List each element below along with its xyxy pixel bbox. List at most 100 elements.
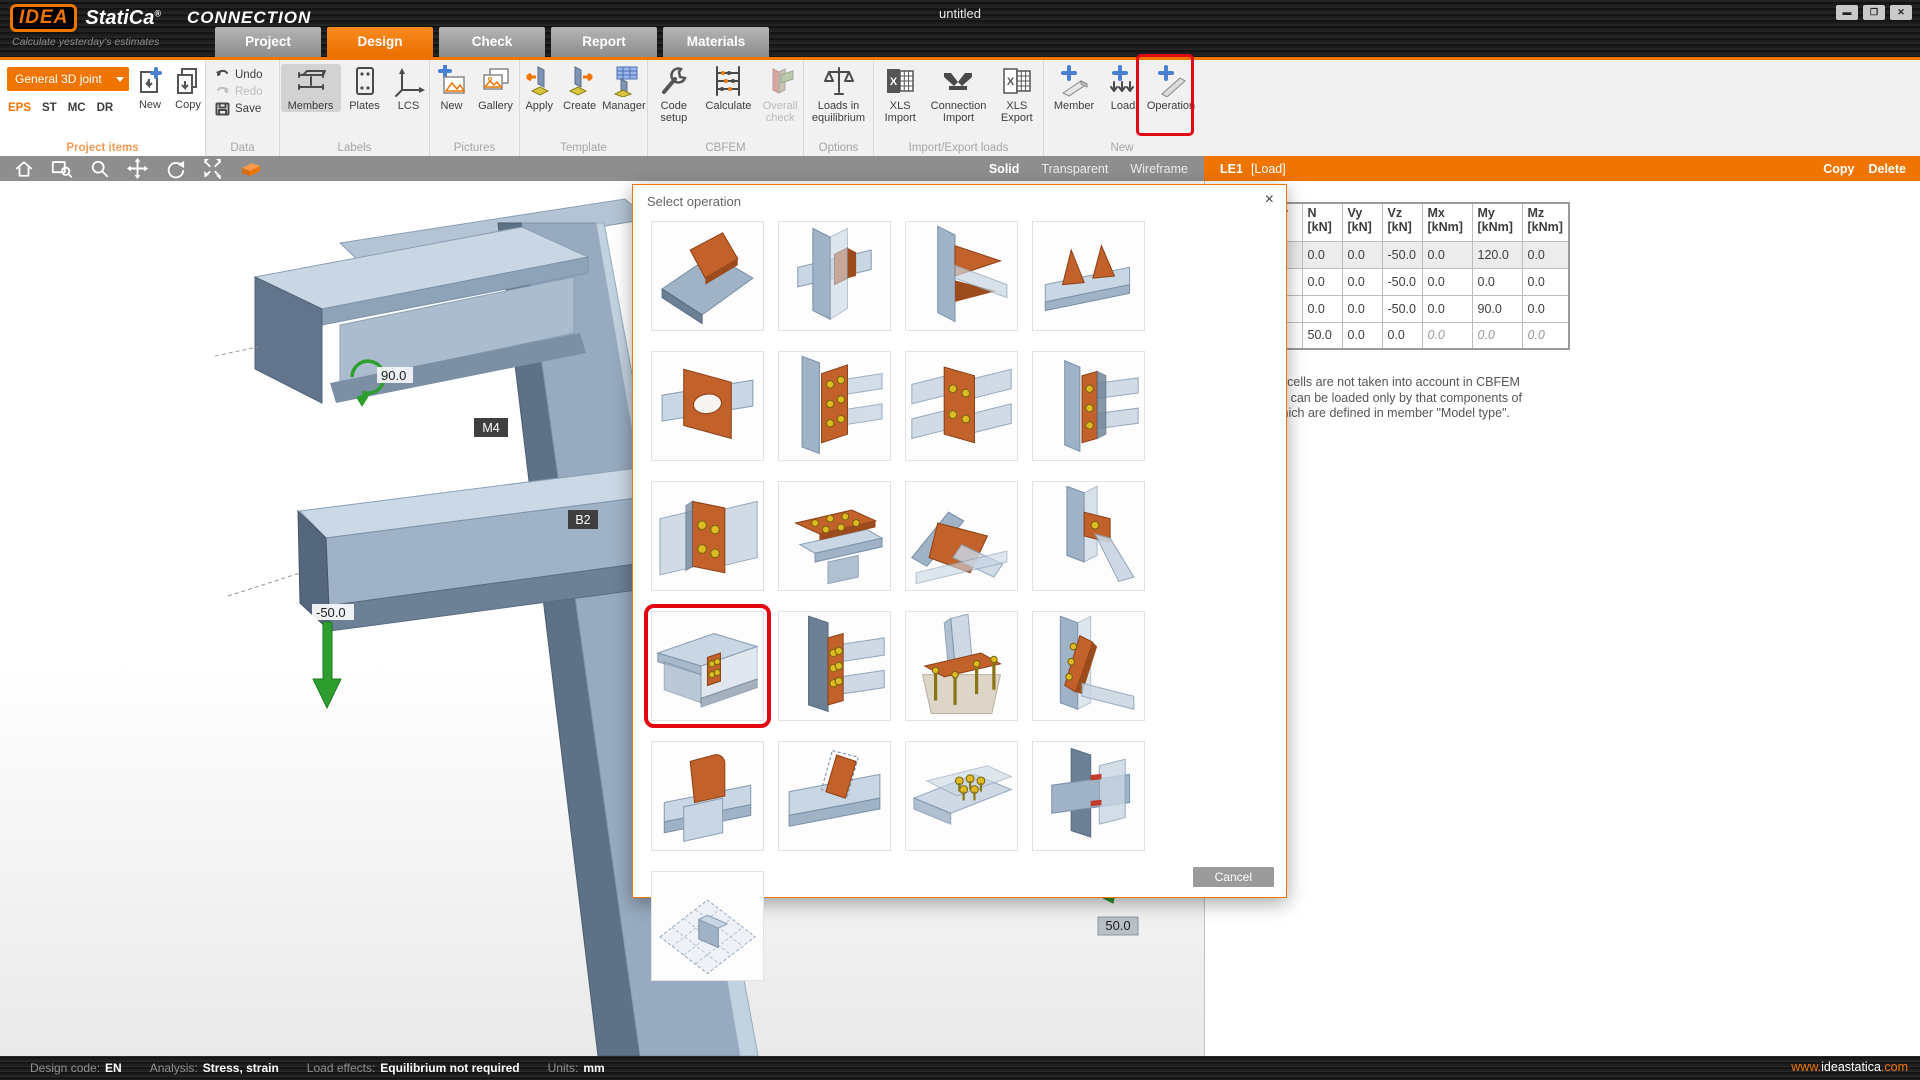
- redo-icon: [215, 85, 230, 98]
- calculate-button[interactable]: Calculate: [702, 64, 756, 124]
- connection-import-icon: [941, 65, 975, 97]
- minimize-button[interactable]: ▬: [1836, 5, 1858, 20]
- template-apply-button[interactable]: Apply: [520, 64, 558, 112]
- new-member-button[interactable]: Member: [1046, 64, 1102, 112]
- operation-connecting-plate[interactable]: [905, 351, 1018, 461]
- operation-cap-plate-bolted[interactable]: [778, 481, 891, 591]
- load-effect-type: [Load]: [1251, 162, 1286, 176]
- create-template-icon: [565, 65, 595, 97]
- save-button[interactable]: Save: [206, 100, 279, 117]
- operation-gusset-plate[interactable]: [905, 481, 1018, 591]
- load-effect-name[interactable]: LE1: [1220, 162, 1243, 176]
- group-cbfem: Code setup Calculate Overall check: [648, 60, 804, 156]
- svg-text:B2: B2: [575, 513, 590, 527]
- xls-file-icon: X: [885, 65, 915, 97]
- operation-base-plate-anchors[interactable]: [905, 611, 1018, 721]
- close-button[interactable]: ✕: [1890, 5, 1912, 20]
- loads-in-equilibrium-button[interactable]: Loads in equilibrium: [806, 64, 872, 124]
- tab-check[interactable]: Check: [439, 27, 545, 57]
- operation-end-plate-bolted[interactable]: [778, 351, 891, 461]
- solid-brick-icon[interactable]: [240, 160, 262, 178]
- operation-widener[interactable]: [905, 221, 1018, 331]
- new-project-item-button[interactable]: New: [133, 65, 167, 111]
- operation-fin-plate-pin[interactable]: [1032, 481, 1145, 591]
- mode-mc[interactable]: MC: [68, 102, 86, 114]
- operation-angle-cleat[interactable]: [1032, 611, 1145, 721]
- new-load-button[interactable]: Load: [1104, 64, 1142, 112]
- operation-bolt-grid[interactable]: [905, 741, 1018, 851]
- tab-materials[interactable]: Materials: [663, 27, 769, 57]
- zoom-window-icon[interactable]: [51, 159, 73, 178]
- new-picture-icon: [436, 65, 468, 97]
- close-icon[interactable]: ×: [1265, 191, 1274, 209]
- connection-import-button[interactable]: Connection Import: [928, 64, 988, 124]
- operation-stiffener[interactable]: [778, 221, 891, 331]
- ribbon-tabs: Project Design Check Report Materials: [215, 27, 769, 57]
- mode-st[interactable]: ST: [42, 102, 57, 114]
- operation-cut-of-member[interactable]: [651, 221, 764, 331]
- labels-plates-button[interactable]: Plates: [343, 64, 387, 112]
- view-mode-transparent[interactable]: Transparent: [1041, 162, 1108, 176]
- undo-button[interactable]: Undo: [206, 66, 279, 83]
- operation-splice-plate[interactable]: [651, 481, 764, 591]
- maximize-button[interactable]: ❐: [1863, 5, 1885, 20]
- home-icon[interactable]: [14, 159, 34, 178]
- picture-new-button[interactable]: New: [432, 64, 472, 112]
- code-setup-button[interactable]: Code setup: [648, 64, 700, 124]
- group-label: Import/Export loads: [874, 142, 1043, 154]
- labels-members-button[interactable]: Members: [281, 64, 341, 112]
- group-pictures: New Gallery Pictures: [430, 60, 520, 156]
- tab-design[interactable]: Design: [327, 27, 433, 57]
- labels-lcs-button[interactable]: LCS: [389, 64, 429, 112]
- member-label-m4[interactable]: M4: [474, 418, 508, 437]
- svg-text:X: X: [890, 76, 898, 88]
- chevron-down-icon: [116, 77, 124, 82]
- joint-type-dropdown[interactable]: General 3D joint: [7, 67, 129, 91]
- overall-check-button[interactable]: Overall check: [757, 64, 803, 124]
- operation-opening[interactable]: [651, 351, 764, 461]
- operation-weld[interactable]: [1032, 741, 1145, 851]
- overall-check-icon: [765, 65, 795, 97]
- new-operation-button[interactable]: Operation: [1144, 64, 1198, 112]
- operation-cleat-plate[interactable]: [651, 611, 764, 721]
- load-delete-button[interactable]: Delete: [1868, 162, 1906, 176]
- website-link[interactable]: www.ideastatica.com: [1791, 1060, 1908, 1074]
- operation-rib[interactable]: [1032, 221, 1145, 331]
- moment-value-label: 90.0: [381, 368, 406, 383]
- view-mode-wireframe[interactable]: Wireframe: [1130, 162, 1188, 176]
- wrench-icon: [659, 65, 689, 97]
- svg-text:M4: M4: [482, 421, 499, 435]
- fit-view-icon[interactable]: [202, 159, 223, 179]
- abacus-icon: [713, 65, 743, 97]
- template-create-button[interactable]: Create: [560, 64, 598, 112]
- group-new: Member Load Operation New: [1044, 60, 1200, 156]
- operation-bolted-end-plate[interactable]: [1032, 351, 1145, 461]
- xls-export-button[interactable]: X XLS Export: [991, 64, 1043, 124]
- load-copy-button[interactable]: Copy: [1823, 162, 1854, 176]
- new-member-icon: [1057, 65, 1091, 97]
- xls-import-button[interactable]: X XLS Import: [874, 64, 926, 124]
- redo-button[interactable]: Redo: [206, 83, 279, 100]
- view-mode-solid[interactable]: Solid: [989, 162, 1020, 176]
- rotate-icon[interactable]: [165, 159, 185, 179]
- member-label-b2[interactable]: B2: [568, 510, 598, 529]
- apply-template-icon: [524, 65, 554, 97]
- picture-gallery-button[interactable]: Gallery: [474, 64, 518, 112]
- tab-report[interactable]: Report: [551, 27, 657, 57]
- undo-icon: [215, 68, 230, 81]
- mode-eps[interactable]: EPS: [8, 102, 31, 114]
- operation-stub[interactable]: [651, 741, 764, 851]
- copy-project-item-button[interactable]: Copy: [171, 65, 205, 111]
- operation-plate-to-plate[interactable]: [778, 611, 891, 721]
- mode-dr[interactable]: DR: [97, 102, 114, 114]
- group-labels: Members Plates LCS Labels: [280, 60, 430, 156]
- zoom-icon[interactable]: [90, 159, 110, 179]
- load-effects: Load effects:Equilibrium not required: [307, 1061, 520, 1075]
- operation-negative-plate-cut[interactable]: [778, 741, 891, 851]
- cancel-button[interactable]: Cancel: [1193, 867, 1274, 887]
- operation-workplane-grid[interactable]: [651, 871, 764, 981]
- pan-icon[interactable]: [127, 158, 148, 179]
- template-manager-button[interactable]: Manager: [601, 64, 647, 112]
- tab-project[interactable]: Project: [215, 27, 321, 57]
- design-code: Design code:EN: [30, 1061, 122, 1075]
